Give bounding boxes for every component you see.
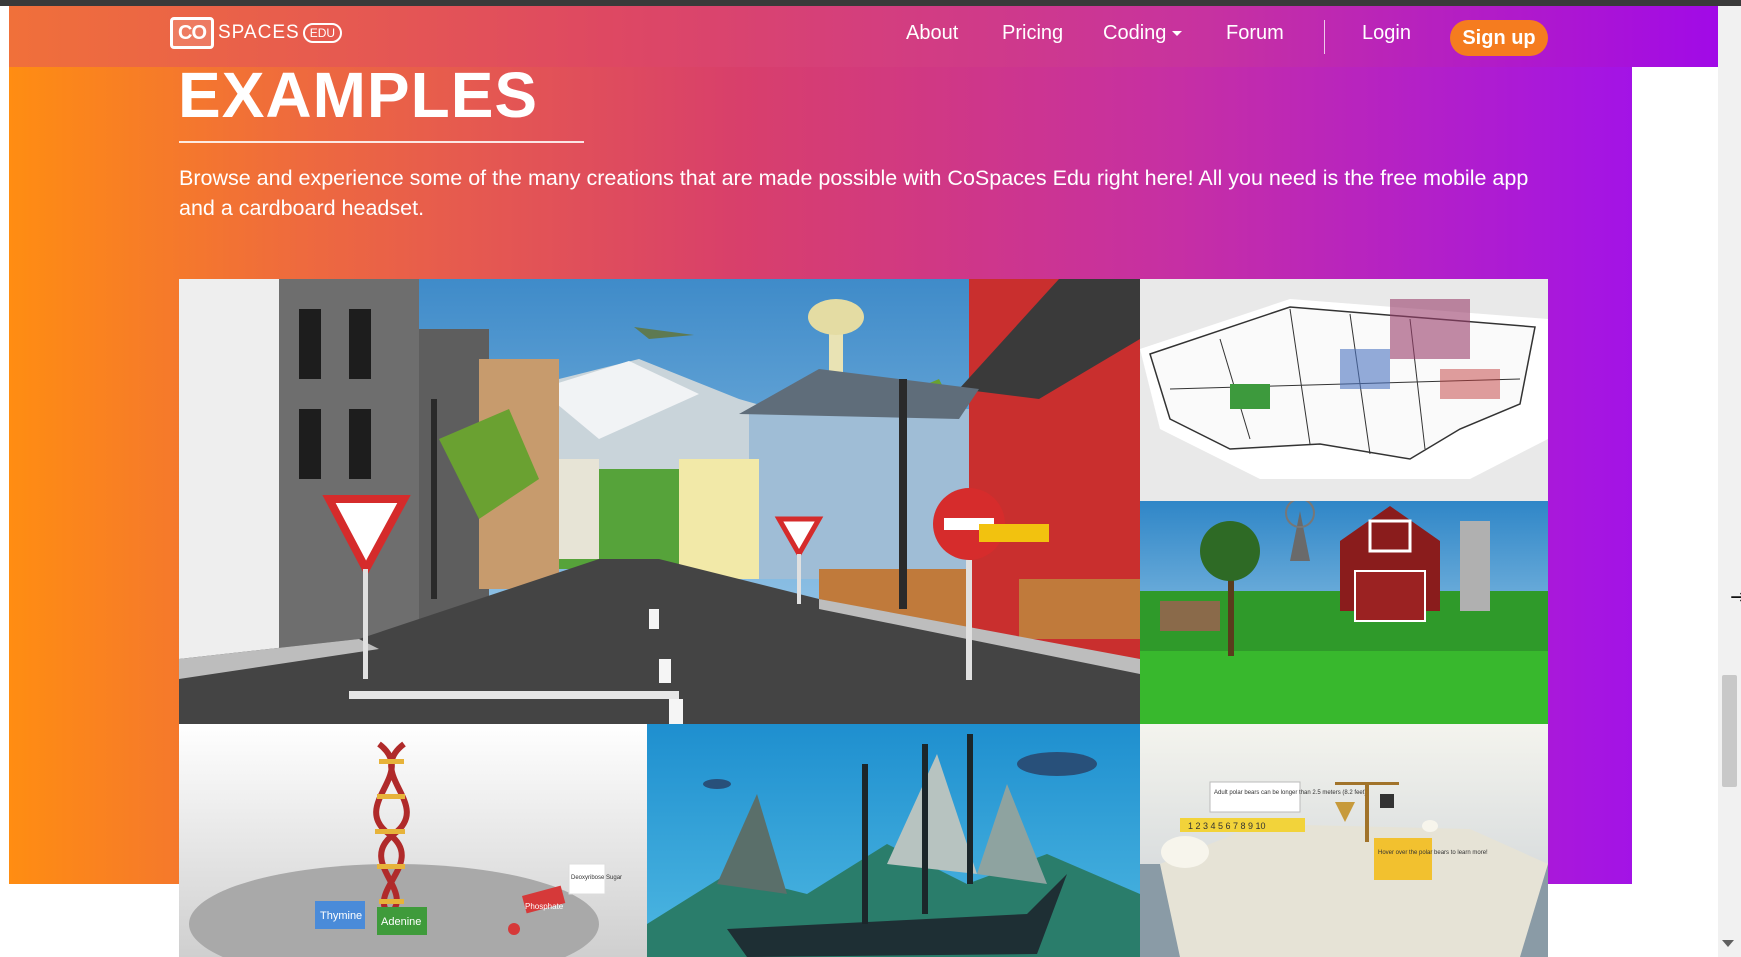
polar-bear-hint: Hover over the polar bears to learn more… xyxy=(1378,850,1488,856)
nav-coding[interactable]: Coding xyxy=(1103,22,1183,45)
city-street-image xyxy=(179,279,1140,724)
gallery-tile-polar-bears[interactable]: Adult polar bears can be longer than 2.5… xyxy=(1140,724,1548,957)
polar-bear-image: Adult polar bears can be longer than 2.5… xyxy=(1140,724,1548,957)
nav-coding-label: Coding xyxy=(1103,22,1167,44)
logo-wordmark: SPACES xyxy=(218,22,300,43)
gallery-tile-shipwreck[interactable] xyxy=(647,724,1140,957)
nav-forum[interactable]: Forum xyxy=(1226,22,1284,45)
ruler-numbers: 1 2 3 4 5 6 7 8 9 10 xyxy=(1188,821,1266,831)
logo-edu-badge: EDU xyxy=(302,23,343,43)
mouse-cursor-icon: ⇥ xyxy=(1730,584,1741,609)
label-phosphate: Phosphate xyxy=(525,902,564,911)
logo-co-mark: CO xyxy=(170,17,214,49)
nav-login[interactable]: Login xyxy=(1362,22,1411,45)
gallery-tile-us-map[interactable] xyxy=(1140,279,1548,501)
dna-image: Thymine Adenine Phosphate Deoxyribose Su… xyxy=(179,724,647,957)
farm-image xyxy=(1140,501,1548,724)
page-scrollbar[interactable] xyxy=(1718,6,1741,957)
cospaces-logo[interactable]: CO SPACES EDU xyxy=(170,14,343,52)
chevron-down-icon xyxy=(1172,31,1183,37)
scrollbar-thumb[interactable] xyxy=(1722,675,1737,787)
gallery-tile-city-street[interactable] xyxy=(179,279,1140,724)
us-map-image xyxy=(1140,279,1548,501)
label-deoxyribose: Deoxyribose Sugar xyxy=(571,875,622,881)
nav-pricing[interactable]: Pricing xyxy=(1002,22,1063,45)
polar-bear-fact: Adult polar bears can be longer than 2.5… xyxy=(1214,790,1368,796)
signup-button[interactable]: Sign up xyxy=(1450,20,1548,56)
scroll-down-arrow-icon[interactable] xyxy=(1722,940,1734,947)
nav-about[interactable]: About xyxy=(906,22,958,45)
label-thymine: Thymine xyxy=(320,910,362,922)
page-title: EXAMPLES xyxy=(178,59,539,131)
nav-divider xyxy=(1324,20,1325,54)
label-adenine: Adenine xyxy=(381,916,421,928)
title-underline xyxy=(179,141,584,143)
gallery-tile-dna[interactable]: Thymine Adenine Phosphate Deoxyribose Su… xyxy=(179,724,647,957)
gallery-tile-farm[interactable] xyxy=(1140,501,1548,724)
page-description: Browse and experience some of the many c… xyxy=(179,166,1529,220)
shipwreck-image xyxy=(647,724,1140,957)
